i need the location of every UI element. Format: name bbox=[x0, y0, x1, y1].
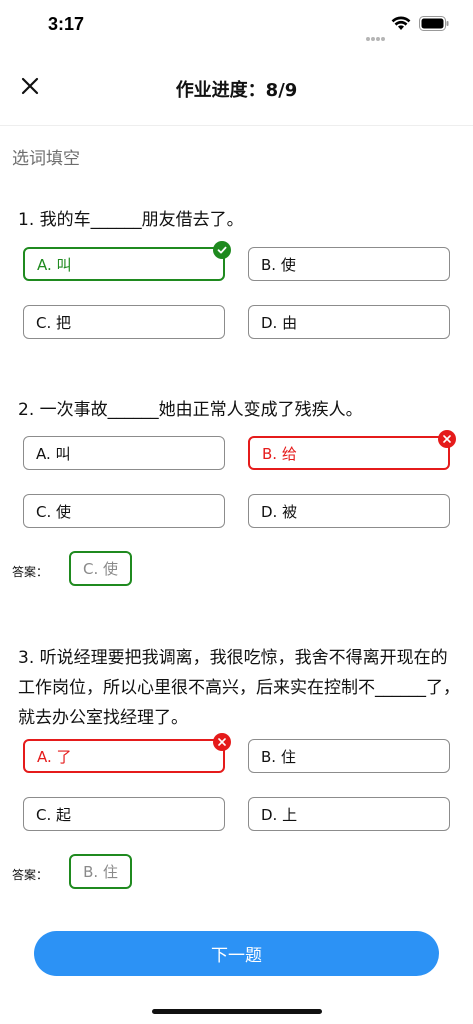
option-label: D. 被 bbox=[261, 502, 298, 521]
option-1b[interactable]: B. 使 bbox=[248, 247, 450, 281]
option-3a[interactable]: A. 了 bbox=[23, 733, 231, 773]
next-question-button[interactable]: 下一题 bbox=[34, 931, 439, 976]
answer-label: 答案： bbox=[12, 868, 49, 882]
option-label: A. 了 bbox=[37, 747, 72, 766]
question-2-text: 2. 一次事故______她由正常人变成了残疾人。 bbox=[18, 400, 363, 420]
option-3d[interactable]: D. 上 bbox=[248, 797, 450, 831]
option-label: C. 起 bbox=[36, 805, 72, 824]
option-3c[interactable]: C. 起 bbox=[23, 797, 225, 831]
wrong-icon bbox=[213, 733, 231, 751]
question-3-text: 3. 听说经理要把我调离，我很吃惊，我舍不得离开现在的工作岗位，所以心里很不高兴… bbox=[18, 648, 460, 728]
option-label: C. 使 bbox=[36, 502, 72, 521]
signal-icon bbox=[366, 26, 388, 41]
header: 作业进度：8/9 bbox=[0, 50, 473, 126]
question-1-text: 1. 我的车______朋友借去了。 bbox=[18, 210, 244, 230]
option-3b[interactable]: B. 住 bbox=[248, 739, 450, 773]
option-1a[interactable]: A. 叫 bbox=[23, 241, 231, 281]
status-time: 3:17 bbox=[48, 14, 85, 34]
answer-box: C. 使 bbox=[69, 551, 132, 586]
section-title: 选词填空 bbox=[12, 149, 80, 169]
option-1d[interactable]: D. 由 bbox=[248, 305, 450, 339]
option-label: B. 给 bbox=[262, 444, 297, 463]
home-indicator bbox=[152, 1009, 322, 1014]
option-label: C. 把 bbox=[36, 313, 72, 332]
option-label: A. 叫 bbox=[37, 255, 72, 274]
option-2a[interactable]: A. 叫 bbox=[23, 436, 225, 470]
wifi-icon bbox=[391, 16, 411, 30]
answer-label: 答案： bbox=[12, 565, 49, 579]
status-bar: 3:17 bbox=[0, 0, 473, 50]
wrong-icon bbox=[438, 430, 456, 448]
page-title: 作业进度：8/9 bbox=[175, 80, 298, 101]
option-label: D. 由 bbox=[261, 313, 298, 332]
option-label: D. 上 bbox=[261, 805, 298, 824]
option-label: B. 使 bbox=[261, 255, 296, 274]
option-1c[interactable]: C. 把 bbox=[23, 305, 225, 339]
option-label: A. 叫 bbox=[36, 444, 71, 463]
answer-box: B. 住 bbox=[69, 854, 132, 889]
option-label: B. 住 bbox=[261, 747, 296, 766]
battery-icon bbox=[419, 16, 449, 31]
option-2c[interactable]: C. 使 bbox=[23, 494, 225, 528]
option-2d[interactable]: D. 被 bbox=[248, 494, 450, 528]
option-2b[interactable]: B. 给 bbox=[248, 430, 456, 470]
check-icon bbox=[213, 241, 231, 259]
